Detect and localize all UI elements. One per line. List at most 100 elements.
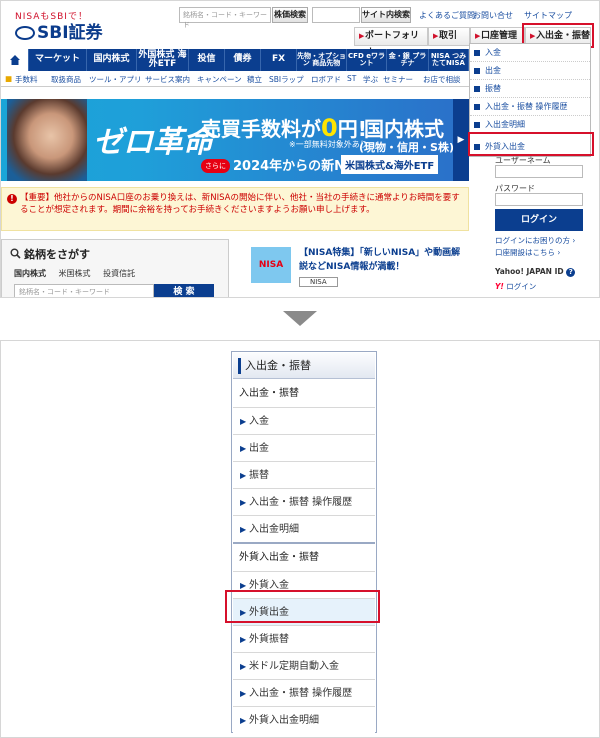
warning-icon: !: [7, 194, 17, 204]
dropdown-item-deposit[interactable]: 入金: [470, 44, 590, 62]
help-icon[interactable]: ?: [566, 268, 576, 277]
logo-name: SBI証券: [37, 23, 103, 43]
magnifier-icon: [10, 248, 21, 259]
username-field[interactable]: [495, 165, 583, 178]
stock-search-input[interactable]: 銘柄名・コード・キーワード: [179, 7, 271, 29]
menu-item-history[interactable]: ▶ 入出金・振替 操作履歴: [233, 489, 375, 516]
banner-person-image: [7, 99, 87, 181]
password-field[interactable]: [495, 193, 583, 206]
banner-pill: さらに: [201, 159, 230, 173]
banner-headline: ゼロ革命: [93, 125, 213, 160]
nav-fx[interactable]: FX: [261, 49, 297, 71]
yahoo-login-link[interactable]: Y! ログイン: [495, 281, 536, 292]
nav-futures[interactable]: 先物・オプション 商品先物: [297, 49, 347, 71]
stock-search-panel: 銘柄をさがす 国内株式 米国株式 投資信託 銘柄名・コード・キーワード 検 索: [1, 239, 229, 297]
search-tab-domestic[interactable]: 国内株式: [14, 269, 46, 278]
menu-item-label: 振替: [249, 470, 269, 481]
yahoo-login-text: ログイン: [506, 282, 537, 291]
nav-market[interactable]: マーケット: [29, 49, 87, 71]
dropdown-item-withdrawal[interactable]: 出金: [470, 62, 590, 80]
triangle-right-icon: ▶: [240, 689, 247, 698]
nav-gold[interactable]: 金・銀 プラチナ: [387, 49, 429, 71]
dropdown-item-history[interactable]: 入出金・振替 操作履歴: [470, 98, 590, 116]
nav-foreign-stock[interactable]: 外国株式 海外ETF: [137, 49, 189, 71]
triangle-right-icon: ▶: [240, 498, 247, 507]
banner-note: ※一部無料対象外あり: [289, 140, 368, 149]
bullet-icon: [474, 104, 480, 110]
menu-item-fx-transfer[interactable]: ▶ 外貨振替: [233, 626, 375, 653]
nav-nisa[interactable]: NISA つみたてNISA: [429, 49, 469, 71]
search-input[interactable]: 銘柄名・コード・キーワード: [14, 284, 154, 297]
subnav-st[interactable]: ST: [347, 74, 356, 83]
login-help-link[interactable]: ログインにお困りの方 ›: [495, 235, 575, 246]
tab-trade[interactable]: ▶ 取引: [428, 27, 470, 46]
bullet-icon: [474, 86, 480, 92]
menu-item-withdrawal[interactable]: ▶ 出金: [233, 435, 375, 462]
yahoo-id-label: Yahoo! JAPAN ID ?: [495, 267, 576, 277]
menu-group-title-fx: 外貨入出金・振替: [233, 544, 375, 572]
home-icon[interactable]: [1, 49, 29, 71]
search-title-text: 銘柄をさがす: [24, 248, 90, 261]
banner-us-etf: 米国株式&海外ETF: [341, 155, 439, 174]
menu-item-label: 入金: [249, 416, 269, 427]
menu-item-label: 入出金明細: [249, 524, 299, 535]
subnav-fees[interactable]: 手数料: [15, 74, 38, 85]
subnav-services[interactable]: サービス案内: [145, 74, 190, 85]
menu-item-fx-history[interactable]: ▶ 入出金・振替 操作履歴: [233, 680, 375, 707]
search-tab-funds[interactable]: 投資信託: [103, 269, 135, 278]
menu-item-usd-auto-deposit[interactable]: ▶ 米ドル定期自動入金: [233, 653, 375, 680]
menu-item-label: 外貨振替: [249, 634, 289, 645]
down-arrow-icon: [283, 311, 317, 326]
deposit-transfer-menu: 入出金・振替 入出金・振替 ▶ 入金 ▶ 出金 ▶ 振替 ▶ 入出金・振替 操作履歴 ▶…: [231, 351, 377, 734]
nisa-tag[interactable]: NISA: [299, 277, 338, 287]
sbi-logo[interactable]: SBI証券: [15, 18, 103, 43]
open-account-text: 口座開設はこちら: [495, 248, 555, 257]
nav-bonds[interactable]: 債券: [225, 49, 261, 71]
menu-item-statement[interactable]: ▶ 入出金明細: [233, 516, 375, 543]
nisa-promo-image[interactable]: NISA: [251, 247, 291, 283]
banner-next-arrow-icon[interactable]: ▶: [453, 99, 469, 181]
subnav-store-consult[interactable]: お店で相談: [423, 74, 461, 85]
subnav-products[interactable]: 取扱商品: [51, 74, 81, 85]
subnav-campaigns[interactable]: キャンペーン: [197, 74, 242, 85]
banner-physical: (現物・信用・S株): [359, 141, 454, 154]
important-notice: ! 【重要】他社からのNISA口座のお乗り換えは、新NISAの開始に伴い、他社・…: [1, 187, 469, 231]
sbi-logo-mark-icon: [15, 26, 35, 40]
login-button[interactable]: ログイン: [495, 209, 583, 231]
nav-funds[interactable]: 投信: [189, 49, 225, 71]
nav-cfd[interactable]: CFD eワラント: [347, 49, 387, 71]
tab-arrow-icon: ▶: [359, 32, 365, 40]
highlight-frame-fx-withdrawal: [225, 590, 380, 623]
contact-link[interactable]: お問い合せ: [473, 10, 513, 21]
search-tab-us[interactable]: 米国株式: [59, 269, 91, 278]
promo-banner[interactable]: ゼロ革命 売買手数料が0円! 国内株式 ※一部無料対象外あり (現物・信用・S株…: [1, 99, 469, 181]
stock-search-button[interactable]: 株価検索: [272, 7, 308, 23]
subnav-seminar[interactable]: セミナー: [383, 74, 413, 85]
nav-domestic-stock[interactable]: 国内株式: [87, 49, 137, 71]
subnav-sbi-wrap[interactable]: SBIラップ: [269, 74, 304, 85]
menu-header-bar-icon: [238, 358, 241, 374]
faq-link[interactable]: よくあるご質問: [419, 10, 475, 21]
nisa-promo-link[interactable]: 【NISA特集】「新しいNISA」や動画解説などNISA情報が満載！: [299, 247, 469, 275]
menu-item-fx-statement[interactable]: ▶ 外貨入出金明細: [233, 707, 375, 734]
subnav-learn[interactable]: 学ぶ: [363, 74, 378, 85]
subnav-accumulation[interactable]: 積立: [247, 74, 262, 85]
site-search-button[interactable]: サイト内検索: [361, 7, 411, 23]
menu-item-transfer[interactable]: ▶ 振替: [233, 462, 375, 489]
subnav-roboad[interactable]: ロボアド: [311, 74, 341, 85]
dropdown-item-label: 入出金・振替 操作履歴: [485, 102, 568, 111]
search-button[interactable]: 検 索: [154, 284, 214, 297]
subnav-tools[interactable]: ツール・アプリ: [89, 74, 142, 85]
dropdown-item-label: 入出金明細: [485, 120, 525, 129]
open-account-link[interactable]: 口座開設はこちら ›: [495, 247, 560, 258]
menu-item-deposit[interactable]: ▶ 入金: [233, 408, 375, 435]
triangle-right-icon: ▶: [240, 525, 247, 534]
triangle-right-icon: ▶: [240, 471, 247, 480]
triangle-right-icon: ▶: [240, 716, 247, 725]
fee-icon: ■: [5, 74, 13, 83]
sitemap-link[interactable]: サイトマップ: [524, 10, 572, 21]
site-search-input[interactable]: [312, 7, 360, 23]
dropdown-item-transfer[interactable]: 振替: [470, 80, 590, 98]
tab-portfolio[interactable]: ▶ポートフォリオ: [354, 27, 428, 58]
sub-nav: ■ 手数料 取扱商品 ツール・アプリ サービス案内 キャンペーン 積立 SBIラ…: [1, 71, 469, 87]
